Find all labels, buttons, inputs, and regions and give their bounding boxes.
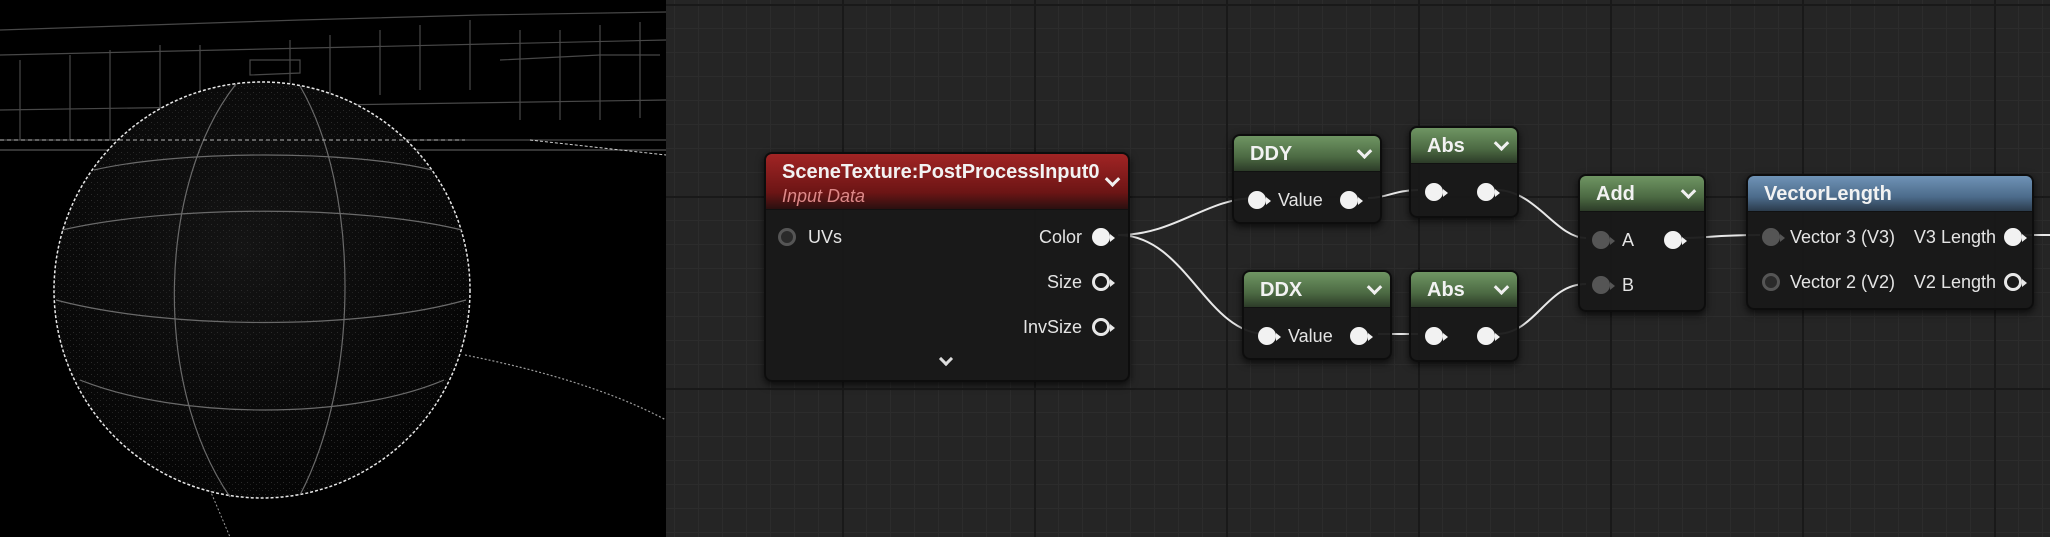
pin-label-color: Color: [1038, 227, 1082, 247]
pin-label-v2-length: V2 Length: [1913, 272, 1996, 292]
vector3-input-pin[interactable]: [1762, 228, 1785, 246]
ddx-output-pin[interactable]: [1350, 327, 1373, 345]
expand-chevron-icon[interactable]: [938, 351, 954, 367]
pin-label-vector3: Vector 3 (V3): [1790, 227, 1896, 247]
pin-label-vector2: Vector 2 (V2): [1790, 272, 1896, 292]
abs-node-top[interactable]: Abs: [1409, 126, 1519, 218]
color-output-pin[interactable]: [1092, 228, 1115, 246]
abs-bottom-output-pin[interactable]: [1477, 327, 1500, 345]
scene-texture-node[interactable]: SceneTexture:PostProcessInput0 Input Dat…: [764, 152, 1130, 382]
pin-label-a: A: [1622, 230, 1635, 250]
ddx-value-input-pin[interactable]: [1258, 327, 1281, 345]
uvs-input-pin[interactable]: [778, 228, 796, 246]
ddx-node[interactable]: DDX Value: [1242, 270, 1392, 360]
ddx-node-header[interactable]: DDX: [1244, 272, 1390, 308]
pin-label-size: Size: [1046, 272, 1082, 292]
pin-label-v3-length: V3 Length: [1913, 227, 1996, 247]
pin-label-value: Value: [1278, 190, 1323, 210]
ddy-value-input-pin[interactable]: [1248, 191, 1271, 209]
vector-length-node[interactable]: VectorLength Vector 3 (V3) V3 Length Vec…: [1746, 174, 2034, 310]
pin-label-uvs: UVs: [808, 227, 843, 247]
add-output-pin[interactable]: [1664, 231, 1687, 249]
viewport-preview[interactable]: [0, 0, 666, 537]
scene-texture-node-header[interactable]: SceneTexture:PostProcessInput0 Input Dat…: [766, 154, 1128, 210]
abs-node-bottom[interactable]: Abs: [1409, 270, 1519, 362]
add-node-header[interactable]: Add: [1580, 176, 1704, 212]
add-b-input-pin[interactable]: [1592, 276, 1615, 294]
pin-label-value: Value: [1288, 326, 1333, 346]
v2-length-output-pin[interactable]: [2004, 273, 2027, 291]
add-a-input-pin[interactable]: [1592, 231, 1615, 249]
vector-length-node-header[interactable]: VectorLength: [1748, 176, 2032, 212]
node-subtitle: Input Data: [782, 186, 866, 206]
v3-length-output-pin[interactable]: [2004, 228, 2027, 246]
ddy-output-pin[interactable]: [1340, 191, 1363, 209]
abs-node-header[interactable]: Abs: [1411, 272, 1517, 308]
edge-detect-preview-render: [0, 11, 666, 537]
pin-label-b: B: [1622, 275, 1635, 295]
abs-bottom-input-pin[interactable]: [1425, 327, 1448, 345]
material-graph-canvas[interactable]: SceneTexture:PostProcessInput0 Input Dat…: [666, 0, 2050, 537]
node-title: VectorLength: [1764, 183, 1892, 205]
abs-top-output-pin[interactable]: [1477, 183, 1500, 201]
ddy-node-header[interactable]: DDY: [1234, 136, 1380, 172]
vector2-input-pin[interactable]: [1762, 273, 1780, 291]
invsize-output-pin[interactable]: [1092, 318, 1115, 336]
ddy-node[interactable]: DDY Value: [1232, 134, 1382, 224]
add-node[interactable]: Add A B: [1578, 174, 1706, 312]
pin-label-invsize: InvSize: [1022, 317, 1082, 337]
node-title: SceneTexture:PostProcessInput0: [782, 161, 1100, 183]
size-output-pin[interactable]: [1092, 273, 1115, 291]
abs-node-header[interactable]: Abs: [1411, 128, 1517, 164]
abs-top-input-pin[interactable]: [1425, 183, 1448, 201]
